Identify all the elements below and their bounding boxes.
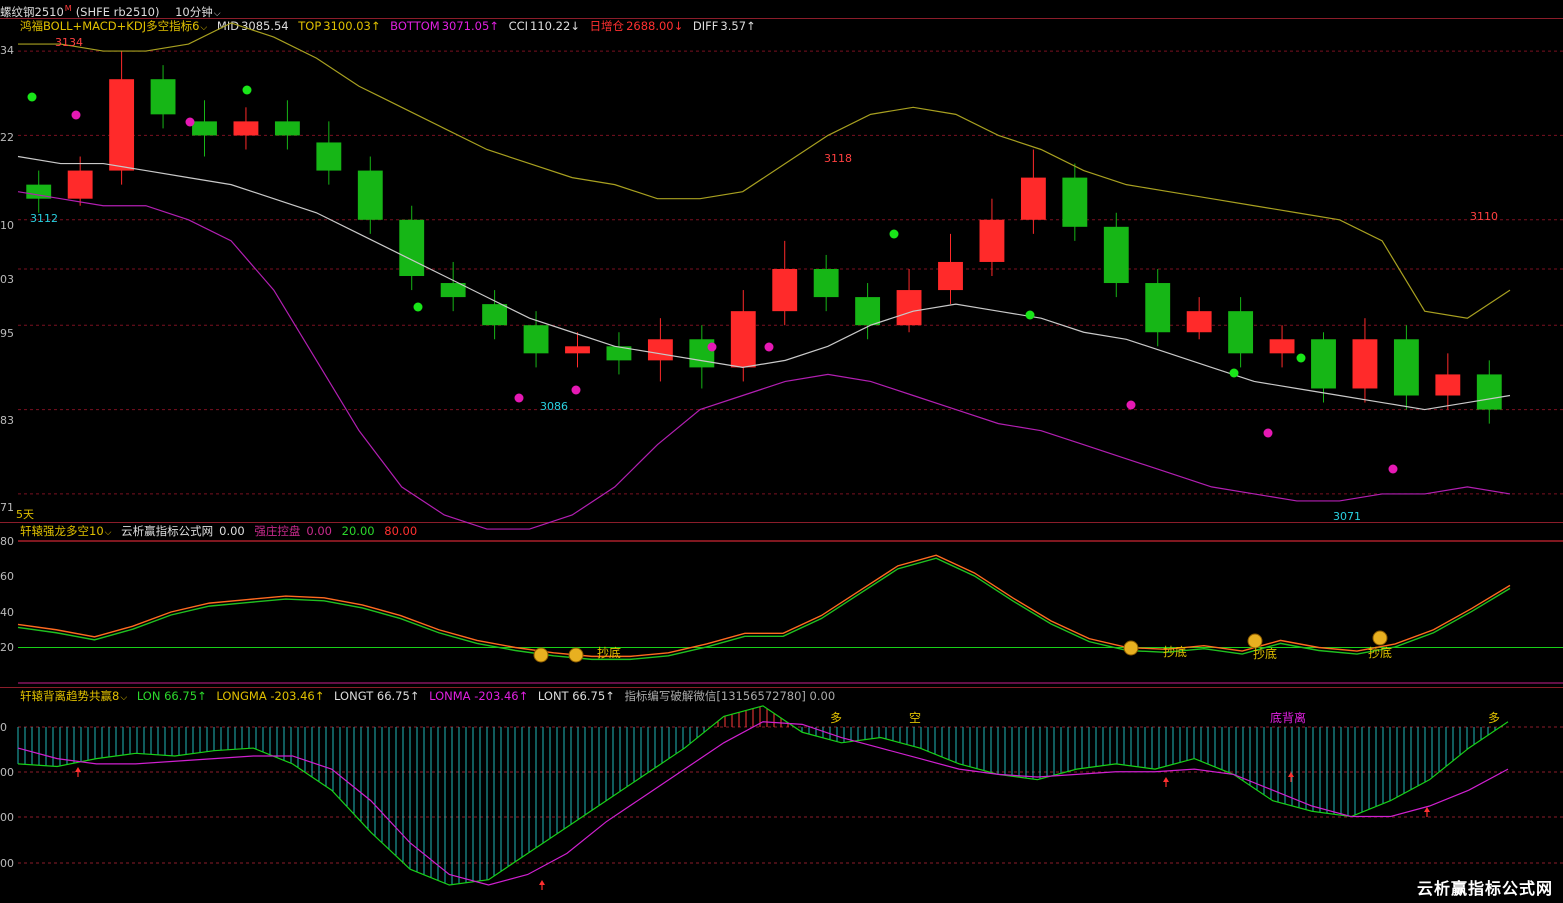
up-arrow-icon xyxy=(75,767,81,772)
candle-body xyxy=(979,219,1005,262)
watermark: 云析赢指标公式网 xyxy=(1416,879,1553,898)
price-annotation: 3086 xyxy=(540,400,568,413)
coin-icon xyxy=(1372,630,1388,646)
candle-body xyxy=(1476,374,1502,410)
candle-body xyxy=(938,261,963,291)
buy-signal-dot xyxy=(1229,368,1239,378)
sell-signal-dot xyxy=(1388,464,1398,474)
candle-body xyxy=(896,290,922,326)
price-annotation: 3071 xyxy=(1333,510,1361,523)
candle-body xyxy=(730,311,756,368)
candle-body xyxy=(274,121,300,136)
candle-body xyxy=(1352,339,1378,389)
sell-signal-dot xyxy=(707,342,717,352)
candle-body xyxy=(1062,177,1088,227)
price-annotation: 3134 xyxy=(55,36,83,49)
coin-icon xyxy=(1123,640,1139,656)
candle-body xyxy=(1145,283,1171,333)
candle-body xyxy=(1435,374,1461,396)
boll-top-line xyxy=(18,22,1511,319)
bottom-signal-label: 抄底 xyxy=(1368,645,1392,660)
sell-signal-dot xyxy=(71,110,81,120)
candle-body xyxy=(1020,177,1046,220)
p2-line-fast xyxy=(17,554,1511,658)
coin-icon xyxy=(1247,633,1263,649)
bottom-signal-label: 抄底 xyxy=(1253,646,1277,661)
buy-signal-dot xyxy=(242,85,252,95)
candle-body xyxy=(150,79,176,115)
candle-body xyxy=(192,121,217,136)
buy-signal-dot xyxy=(889,229,899,239)
sell-signal-dot xyxy=(1263,428,1273,438)
sell-signal-dot xyxy=(185,117,195,127)
candle-body xyxy=(316,142,342,171)
candle-body xyxy=(855,297,881,326)
boll-mid-line xyxy=(17,155,1511,411)
candle-body xyxy=(1393,339,1419,396)
up-arrow-icon xyxy=(539,880,545,885)
candle-body xyxy=(565,346,590,354)
candle-body xyxy=(67,170,93,199)
candle-body xyxy=(399,219,425,277)
up-arrow-icon xyxy=(1288,772,1294,777)
candle-body xyxy=(1103,226,1129,284)
candle-body xyxy=(357,170,383,220)
candle-body xyxy=(233,121,259,136)
chart-canvas[interactable]: 3134 3112 3118 3086 3110 3071 抄底 抄底 抄底 抄底多 空 底背离 多 xyxy=(0,0,1563,903)
price-annotation: 3110 xyxy=(1470,210,1498,223)
trend-label: 多 xyxy=(830,711,842,725)
candle-body xyxy=(813,268,839,298)
buy-signal-dot xyxy=(413,302,423,312)
bottom-signal-label: 抄底 xyxy=(597,645,621,660)
sell-signal-dot xyxy=(1126,400,1136,410)
price-annotation: 3112 xyxy=(30,212,58,225)
sell-signal-dot xyxy=(571,385,581,395)
sell-signal-dot xyxy=(514,393,524,403)
buy-signal-dot xyxy=(1025,310,1035,320)
up-arrow-icon xyxy=(1163,777,1169,782)
candle-body xyxy=(523,325,549,354)
trend-label: 空 xyxy=(909,711,921,725)
coin-icon xyxy=(533,647,549,663)
trend-label: 多 xyxy=(1488,711,1500,725)
coin-icon xyxy=(568,647,584,663)
candle-body xyxy=(1228,311,1254,354)
trend-label: 底背离 xyxy=(1270,710,1306,725)
candle-body xyxy=(772,268,798,312)
candle-body xyxy=(482,304,508,326)
candle-body xyxy=(1269,339,1295,354)
buy-signal-dot xyxy=(27,92,37,102)
bottom-signal-label: 抄底 xyxy=(1163,644,1187,659)
candle-body xyxy=(1311,339,1336,389)
candle-body xyxy=(109,79,135,171)
candle-body xyxy=(1186,311,1212,333)
p2-line-slow xyxy=(17,557,1511,661)
boll-bottom-line xyxy=(17,191,1511,530)
price-annotation: 3118 xyxy=(824,152,852,165)
candle-body xyxy=(647,339,673,361)
sell-signal-dot xyxy=(764,342,774,352)
buy-signal-dot xyxy=(1296,353,1306,363)
